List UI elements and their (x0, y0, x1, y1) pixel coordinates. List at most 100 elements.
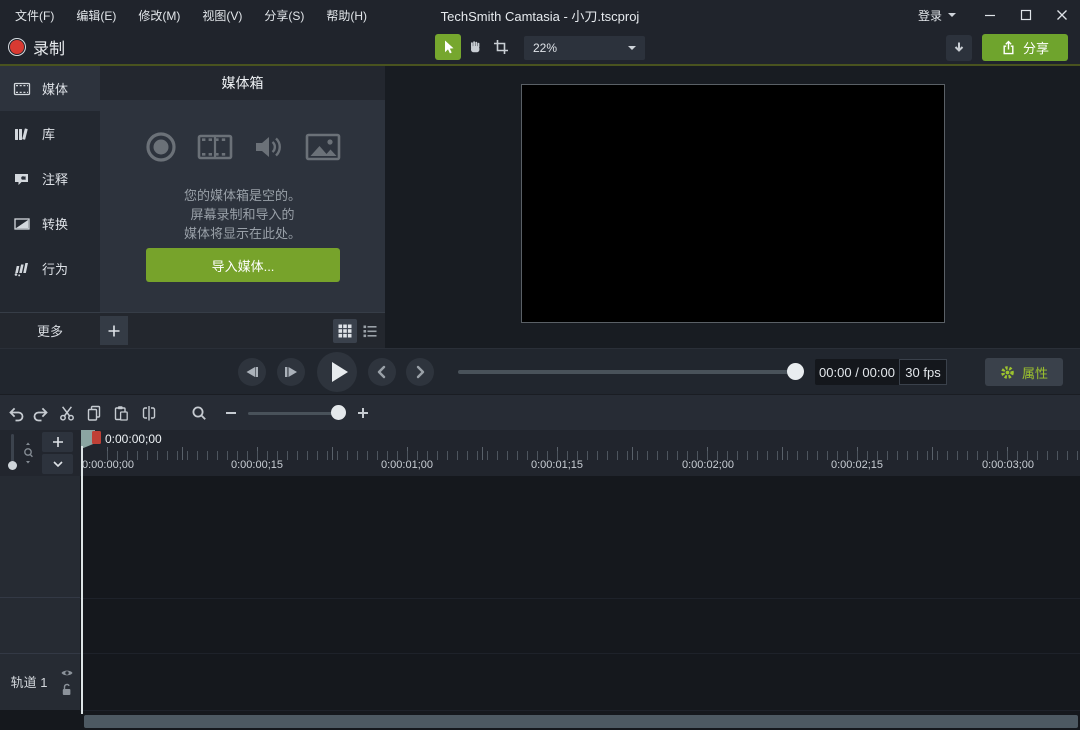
main-area: 媒体 库 注释 转换 (0, 66, 1080, 348)
add-track-button[interactable] (42, 432, 73, 452)
record-button[interactable]: 录制 (10, 30, 65, 64)
zoom-in-button[interactable] (350, 400, 376, 426)
plus-icon (51, 435, 65, 449)
minimize-button[interactable] (972, 0, 1008, 30)
sidebar-item-annotations[interactable]: 注释 (0, 156, 100, 201)
media-filmstrip-icon (13, 80, 31, 98)
cursor-arrow-icon (440, 39, 456, 55)
timeline-zoom-button[interactable] (186, 400, 212, 426)
tools-sidebar: 媒体 库 注释 转换 (0, 66, 100, 312)
track-visibility-eye-icon[interactable] (60, 666, 74, 680)
grid-view-icon (337, 323, 353, 339)
collapse-tracks-button[interactable] (42, 454, 73, 474)
add-tab-button[interactable] (100, 316, 128, 345)
maximize-button[interactable] (1008, 0, 1044, 30)
menu-file[interactable]: 文件(F) (4, 3, 65, 28)
crop-tool-button[interactable] (488, 34, 514, 60)
title-bar: 文件(F) 编辑(E) 修改(M) 视图(V) 分享(S) 帮助(H) Tech… (0, 0, 1080, 30)
track-divider (80, 710, 1080, 711)
sidebar-item-more[interactable]: 更多 (0, 321, 100, 340)
step-backward-button[interactable] (238, 358, 266, 386)
track-height-slider[interactable] (11, 434, 14, 462)
menu-bar: 文件(F) 编辑(E) 修改(M) 视图(V) 分享(S) 帮助(H) (0, 3, 378, 28)
time-display: 00:00 / 00:00 (815, 359, 899, 385)
record-icon (10, 40, 24, 54)
minus-icon (223, 405, 239, 421)
timeline-ruler[interactable]: 0:00:00;00 0:00:00;15 0:00:01;00 0:00:01… (80, 430, 1080, 476)
playhead-line[interactable] (81, 446, 83, 714)
track-height-handle[interactable] (8, 461, 17, 470)
camtasia-window: 文件(F) 编辑(E) 修改(M) 视图(V) 分享(S) 帮助(H) Tech… (0, 0, 1080, 730)
track1-header: 轨道 1 (0, 654, 80, 709)
cut-button[interactable] (54, 400, 80, 426)
sidebar-item-behaviors[interactable]: 行为 (0, 246, 100, 291)
redo-icon (32, 404, 51, 423)
timeline-scrollbar (0, 714, 1080, 730)
paste-button[interactable] (108, 400, 134, 426)
media-bin-empty-text: 您的媒体箱是空的。 屏幕录制和导入的 媒体将显示在此处。 (100, 186, 385, 243)
download-button[interactable] (946, 35, 972, 61)
play-button[interactable] (317, 352, 357, 392)
track-lock-icon[interactable] (60, 682, 73, 697)
sign-in-button[interactable]: 登录 (902, 7, 972, 24)
canvas-zoom-dropdown[interactable]: 22% (524, 36, 645, 60)
menu-help[interactable]: 帮助(H) (315, 3, 378, 28)
share-button[interactable]: 分享 (982, 34, 1068, 61)
paste-icon (112, 404, 130, 422)
undo-button[interactable] (2, 400, 28, 426)
timeline-body: 轨道 1 (0, 476, 1080, 714)
import-media-button[interactable]: 导入媒体... (146, 248, 340, 282)
gear-icon (1000, 365, 1015, 380)
selection-tool-button[interactable] (435, 34, 461, 60)
timeline-ruler-row: 0:00:00;00 0:00:00;15 0:00:01;00 0:00:01… (0, 430, 1080, 476)
step-forward-icon (279, 360, 303, 384)
ruler-label: 0:00:03;00 (982, 459, 1034, 471)
copy-icon (85, 404, 103, 422)
previous-clip-button[interactable] (368, 358, 396, 386)
ruler-label: 0:00:00;15 (231, 459, 283, 471)
main-toolbar: 录制 22% 分享 (0, 30, 1080, 66)
properties-label: 属性 (1022, 363, 1048, 382)
hand-icon (467, 39, 483, 55)
record-circle-icon (143, 129, 179, 165)
menu-view[interactable]: 视图(V) (191, 3, 253, 28)
ruler-label: 0:00:01;15 (531, 459, 583, 471)
menu-edit[interactable]: 编辑(E) (65, 3, 127, 28)
export-icon (1001, 40, 1016, 55)
grid-view-button[interactable] (333, 319, 357, 343)
media-bin-empty-icons (100, 129, 385, 165)
timeline-zoom-handle[interactable] (331, 405, 346, 420)
preview-canvas[interactable] (521, 84, 945, 323)
pan-tool-button[interactable] (462, 34, 488, 60)
list-view-button[interactable] (358, 319, 382, 343)
sidebar-item-library[interactable]: 库 (0, 111, 100, 156)
image-icon (304, 129, 342, 165)
track-header-spacer (0, 598, 80, 654)
track-header-column: 轨道 1 (0, 476, 80, 710)
step-forward-button[interactable] (277, 358, 305, 386)
sidebar-item-transitions[interactable]: 转换 (0, 201, 100, 246)
timeline-scrollbar-thumb[interactable] (84, 715, 1078, 728)
copy-button[interactable] (81, 400, 107, 426)
menu-share[interactable]: 分享(S) (253, 3, 315, 28)
redo-button[interactable] (28, 400, 54, 426)
sidebar-item-label: 转换 (42, 214, 68, 233)
behaviors-icon (13, 260, 31, 278)
properties-button[interactable]: 属性 (985, 358, 1063, 386)
scrubber-handle[interactable] (787, 363, 804, 380)
media-bin-title: 媒体箱 (222, 73, 264, 93)
play-icon (317, 352, 357, 392)
scrubber-slider[interactable] (458, 370, 802, 374)
next-clip-button[interactable] (406, 358, 434, 386)
close-button[interactable] (1044, 0, 1080, 30)
zoom-out-button[interactable] (218, 400, 244, 426)
annotation-callout-icon (13, 170, 31, 188)
sidebar-item-label: 媒体 (42, 79, 68, 98)
timeline-toolbar (0, 394, 1080, 430)
menu-modify[interactable]: 修改(M) (127, 3, 191, 28)
playhead-out-marker[interactable] (92, 431, 101, 444)
media-bin-header: 媒体箱 (100, 66, 385, 100)
fps-display: 30 fps (899, 359, 947, 385)
split-button[interactable] (136, 400, 162, 426)
sidebar-item-media[interactable]: 媒体 (0, 66, 100, 111)
